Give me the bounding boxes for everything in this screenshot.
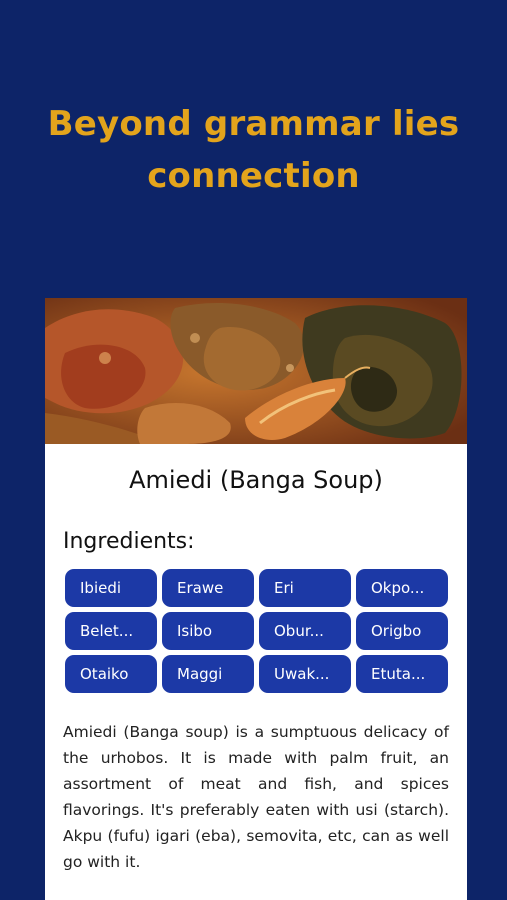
dish-title: Amiedi (Banga Soup)	[129, 466, 383, 494]
ingredient-chip[interactable]: Erawe	[162, 569, 254, 607]
ingredient-chip[interactable]: Uwak...	[259, 655, 351, 693]
ingredient-chip[interactable]: Belet...	[65, 612, 157, 650]
ingredient-chip[interactable]: Etuta...	[356, 655, 448, 693]
ingredient-chips: Ibiedi Erawe Eri Okpo... Belet... Isibo …	[65, 569, 449, 693]
ingredient-chip[interactable]: Ibiedi	[65, 569, 157, 607]
ingredient-chip[interactable]: Isibo	[162, 612, 254, 650]
banga-soup-image	[45, 298, 467, 444]
ingredient-chip[interactable]: Obur...	[259, 612, 351, 650]
dish-description: Amiedi (Banga soup) is a sumptuous delic…	[63, 723, 449, 871]
ingredients-label: Ingredients:	[63, 529, 195, 554]
ingredient-chip[interactable]: Okpo...	[356, 569, 448, 607]
ingredient-chip[interactable]: Origbo	[356, 612, 448, 650]
recipe-card: Amiedi (Banga Soup) Ingredients: Ibiedi …	[45, 298, 467, 900]
ingredient-chip[interactable]: Maggi	[162, 655, 254, 693]
ingredient-chip[interactable]: Otaiko	[65, 655, 157, 693]
ingredient-chip[interactable]: Eri	[259, 569, 351, 607]
headline: Beyond grammar lies connection	[47, 104, 460, 196]
